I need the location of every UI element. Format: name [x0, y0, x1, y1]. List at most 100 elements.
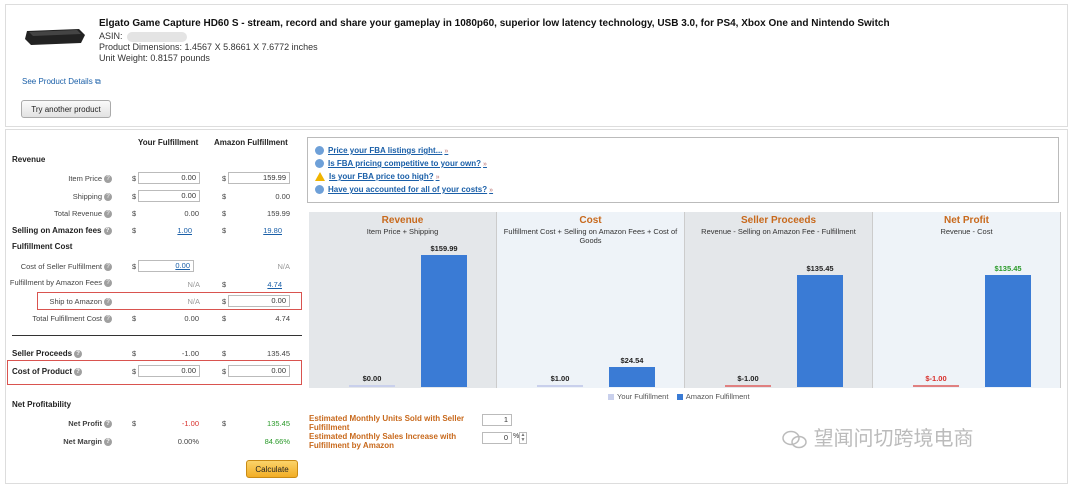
net-profit-your: -1.00 — [181, 419, 199, 428]
product-image — [25, 29, 85, 45]
currency-symbol: $ — [222, 192, 227, 201]
help-icon: ? — [104, 193, 112, 202]
panel-title: Seller Proceeds — [740, 215, 817, 226]
help-icon: ? — [74, 349, 83, 358]
help-icon: ? — [104, 315, 112, 324]
divider — [12, 335, 302, 336]
product-weight: Unit Weight: 0.8157 pounds — [99, 53, 210, 63]
bar-your-label: $0.00 — [362, 374, 382, 383]
bar-amazon-label: $135.45 — [994, 264, 1022, 274]
currency-symbol: $ — [222, 209, 227, 218]
seller-proceeds-your: -1.00 — [181, 349, 199, 358]
bar-amazon — [985, 275, 1031, 387]
try-another-product-button[interactable]: Try another product — [21, 100, 111, 118]
ship-to-amazon-label: Ship to Amazon? — [2, 297, 112, 307]
bar-amazon — [609, 366, 655, 387]
ship-to-amazon-input[interactable]: 0.00 — [228, 295, 290, 307]
info-icon — [315, 159, 324, 169]
shipping-amazon-value: 0.00 — [275, 192, 290, 201]
help-icon: ? — [74, 367, 82, 376]
warning-icon — [315, 172, 325, 182]
revenue-header: Revenue — [12, 155, 46, 164]
product-dimensions: Product Dimensions: 1.4567 X 5.8661 X 7.… — [99, 42, 318, 52]
fulfillment-cost-header: Fulfillment Cost — [12, 242, 73, 251]
help-icon: ? — [104, 263, 112, 272]
units-sold-input[interactable]: 1 — [482, 414, 512, 426]
chevron-down-icon: » — [435, 174, 440, 181]
selling-fees-amazon-link[interactable]: 19.80 — [222, 226, 282, 235]
total-revenue-your: 0.00 — [184, 209, 199, 218]
item-price-amazon-input[interactable]: 159.99 — [228, 172, 290, 184]
seller-fulfillment-label: Cost of Seller Fulfillment? — [2, 262, 112, 272]
shipping-label: Shipping? — [2, 192, 112, 202]
shipping-your-input[interactable]: 0.00 — [138, 190, 200, 202]
currency-symbol: $ — [222, 419, 227, 428]
tip-link-4[interactable]: Have you accounted for all of your costs… — [315, 185, 494, 195]
panel-subtitle: Revenue - Cost — [940, 227, 993, 236]
watermark: 望闻问切跨境电商 — [782, 422, 974, 451]
seller-fulfillment-your-input[interactable]: 0.00 — [138, 260, 194, 272]
chart-panel-cost: Cost Fulfillment Cost + Selling on Amazon… — [497, 212, 685, 388]
item-price-label: Item Price? — [2, 174, 112, 184]
chevron-down-icon: » — [483, 161, 487, 168]
help-icon: ? — [104, 210, 112, 219]
tip-link-1[interactable]: Price your FBA listings right...» — [315, 146, 449, 156]
panel-title: Net Profit — [944, 215, 989, 226]
product-card: Elgato Game Capture HD60 S - stream, rec… — [5, 4, 1068, 127]
chevron-down-icon: » — [489, 187, 494, 194]
bar-your — [537, 385, 583, 387]
currency-symbol: $ — [222, 314, 227, 323]
currency-symbol: $ — [132, 174, 137, 183]
currency-symbol: $ — [222, 367, 227, 376]
selling-fees-your-link[interactable]: 1.00 — [132, 226, 192, 235]
help-icon: ? — [103, 226, 112, 235]
sales-increase-input[interactable]: 0 — [482, 432, 512, 444]
seller-fulfillment-amazon: N/A — [277, 262, 290, 271]
fba-fees-amazon-link[interactable]: 4.74 — [222, 280, 282, 289]
bar-your — [913, 385, 959, 387]
seller-proceeds-label: Seller Proceeds? — [12, 349, 83, 358]
help-icon: ? — [104, 298, 112, 307]
wechat-icon — [782, 430, 807, 448]
bar-amazon-label: $159.99 — [430, 244, 458, 253]
increase-stepper[interactable]: ▲ ▼ — [519, 432, 527, 444]
info-icon — [315, 185, 324, 195]
ship-to-amazon-your: N/A — [187, 297, 200, 306]
chart-legend: Your Fulfillment Amazon Fulfillment — [608, 392, 750, 401]
see-product-details-link[interactable]: See Product Details ⧉ — [22, 77, 101, 87]
total-revenue-label: Total Revenue? — [2, 209, 112, 219]
seller-proceeds-amazon: 135.45 — [267, 349, 290, 358]
tips-box: Price your FBA listings right...» Is FBA… — [307, 137, 1059, 203]
bar-your-label: $-1.00 — [925, 374, 947, 383]
help-icon: ? — [104, 438, 112, 447]
currency-symbol: $ — [132, 209, 137, 218]
net-margin-label: Net Margin? — [2, 437, 112, 447]
cost-of-product-your-input[interactable]: 0.00 — [138, 365, 200, 377]
item-price-your-input[interactable]: 0.00 — [138, 172, 200, 184]
chart-panel-seller-proceeds: Seller Proceeds Revenue - Selling on Amaz… — [685, 212, 873, 388]
total-fulfillment-label: Total Fulfillment Cost? — [2, 314, 112, 324]
bar-your — [725, 385, 771, 387]
currency-symbol: $ — [132, 349, 137, 358]
cost-of-product-amazon-input[interactable]: 0.00 — [228, 365, 290, 377]
fba-fees-your: N/A — [187, 280, 200, 289]
bar-your — [349, 385, 395, 387]
total-fulfillment-your: 0.00 — [184, 314, 199, 323]
net-profitability-header: Net Profitability — [12, 400, 72, 409]
currency-symbol: $ — [132, 314, 137, 323]
external-link-icon: ⧉ — [94, 77, 101, 86]
help-icon: ? — [104, 175, 112, 184]
legend-swatch-your — [608, 394, 614, 401]
panel-subtitle: Item Price + Shipping — [366, 227, 439, 236]
bar-amazon — [421, 255, 467, 387]
tip-link-3[interactable]: Is your FBA price too high?» — [315, 172, 440, 182]
col-amazon-fulfillment: Amazon Fulfillment — [214, 138, 288, 147]
chevron-down-icon: » — [444, 148, 449, 155]
tip-link-2[interactable]: Is FBA pricing competitive to your own?» — [315, 159, 487, 169]
bar-amazon-label: $24.54 — [620, 355, 644, 365]
calculate-button[interactable]: Calculate — [246, 460, 298, 478]
bar-your-label: $-1.00 — [737, 374, 759, 383]
currency-symbol: $ — [132, 419, 137, 428]
currency-symbol: $ — [222, 297, 227, 306]
fba-fees-label: Fulfillment by Amazon Fees? — [2, 279, 112, 288]
